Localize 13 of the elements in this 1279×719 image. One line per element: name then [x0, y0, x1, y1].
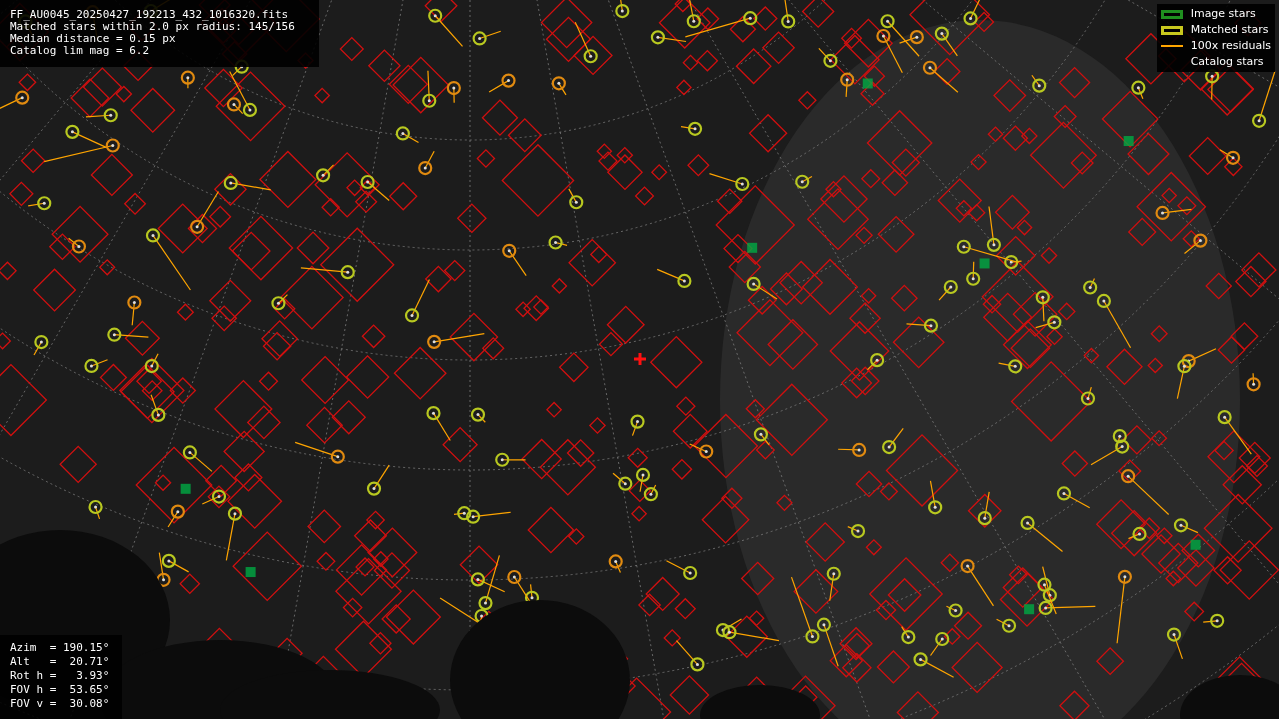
info-text: Median distance = 0.15 px	[10, 33, 177, 45]
pointing-text: Rot h = 3.93°	[10, 669, 111, 683]
pointing-text: FOV h = 53.65°	[10, 683, 111, 697]
legend-label: Catalog stars	[1190, 53, 1264, 70]
info-text: Matched stars within 2.0 px radius: 145/156	[10, 21, 296, 33]
pointing-text: Azim = 190.15°	[10, 641, 111, 655]
legend-label: 100x residuals	[1190, 37, 1271, 54]
pointing-text: FOV v = 30.08°	[10, 697, 111, 711]
pointing-text: Alt = 20.71°	[10, 655, 111, 669]
legend-label: Matched stars	[1190, 21, 1269, 38]
info-text: Catalog lim mag = 6.2	[10, 45, 151, 57]
info-text: FF_AU0045_20250427_192213_432_1016320.fits	[10, 9, 290, 21]
legend-label: Image stars	[1190, 5, 1256, 22]
